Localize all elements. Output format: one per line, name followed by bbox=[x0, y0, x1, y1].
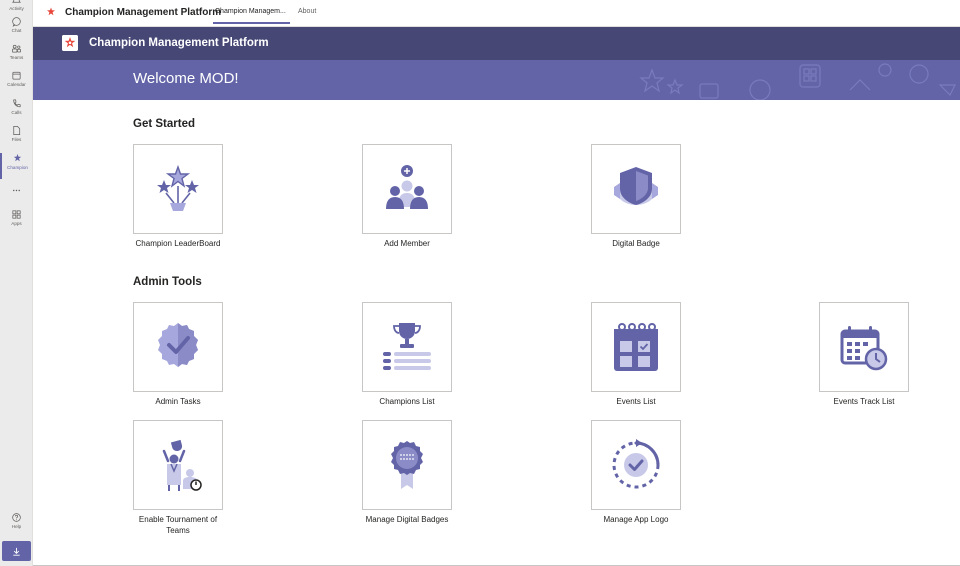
tile-label: Events List bbox=[616, 397, 656, 406]
manage-logo-icon bbox=[612, 439, 660, 489]
tile-label: Manage App Logo bbox=[603, 515, 669, 524]
tile-icon-box bbox=[362, 144, 452, 234]
platform-title: Champion Management Platform bbox=[89, 37, 269, 49]
stars-trophy-icon bbox=[157, 164, 199, 211]
banner-decoration-icon bbox=[639, 63, 956, 100]
active-tab-indicator bbox=[213, 22, 290, 24]
events-track-icon bbox=[840, 326, 888, 371]
app-title: Champion Management Platform bbox=[65, 7, 222, 18]
section-title-get-started: Get Started bbox=[133, 118, 195, 130]
tile-label: Manage Digital Badges bbox=[365, 515, 449, 524]
tile-icon-box bbox=[133, 420, 223, 510]
tile-champions-list[interactable]: Champions List bbox=[362, 302, 454, 407]
rail-item-teams[interactable]: Teams bbox=[0, 43, 33, 69]
rail-item-label: Calls bbox=[11, 110, 22, 115]
champion-icon bbox=[13, 153, 22, 162]
tile-label: Enable Tournament of Teams bbox=[138, 515, 218, 535]
rail-item-apps[interactable]: Apps bbox=[0, 209, 33, 235]
champions-list-icon bbox=[383, 323, 431, 370]
tile-add-member[interactable]: Add Member bbox=[362, 144, 454, 249]
section-title-admin-tools: Admin Tools bbox=[133, 276, 202, 288]
tournament-icon bbox=[162, 439, 202, 491]
rail-item-champion[interactable]: Champion bbox=[0, 153, 33, 179]
welcome-banner: Welcome MOD! bbox=[33, 60, 960, 100]
rail-item-label: Apps bbox=[11, 221, 22, 226]
app-rail: Activity Chat Teams Calendar Calls Files… bbox=[0, 0, 33, 566]
platform-header: Champion Management Platform bbox=[33, 27, 960, 60]
rail-item-files[interactable]: Files bbox=[0, 125, 33, 151]
tile-manage-app-logo[interactable]: Manage App Logo bbox=[591, 420, 683, 525]
tab-champion-management[interactable]: Champion Managem... bbox=[215, 8, 286, 15]
events-list-icon bbox=[614, 323, 658, 371]
tile-label: Champion LeaderBoard bbox=[135, 239, 221, 248]
admin-tasks-icon bbox=[158, 323, 198, 367]
file-icon bbox=[13, 126, 21, 135]
add-member-icon bbox=[386, 165, 428, 209]
rail-item-label: Calendar bbox=[7, 82, 26, 87]
phone-icon bbox=[13, 99, 21, 108]
rail-item-label: Files bbox=[11, 137, 22, 142]
tile-digital-badge[interactable]: Digital Badge bbox=[591, 144, 683, 249]
platform-logo-icon bbox=[62, 35, 78, 51]
chat-icon bbox=[12, 17, 21, 27]
tile-icon-box bbox=[133, 144, 223, 234]
app-top-bar: Champion Management Platform Champion Ma… bbox=[33, 0, 960, 27]
more-icon bbox=[13, 189, 20, 192]
rail-item-label: Help bbox=[11, 524, 22, 529]
rail-item-label: Champion bbox=[7, 165, 28, 170]
help-icon bbox=[12, 513, 21, 522]
tile-admin-tasks[interactable]: Admin Tasks bbox=[133, 302, 225, 407]
rail-item-calls[interactable]: Calls bbox=[0, 98, 33, 124]
rail-item-help[interactable]: Help bbox=[0, 512, 33, 538]
welcome-message: Welcome MOD! bbox=[133, 70, 239, 87]
tile-label: Champions List bbox=[379, 397, 435, 406]
tile-icon-box bbox=[133, 302, 223, 392]
app-logo-icon bbox=[45, 6, 57, 18]
download-button[interactable] bbox=[2, 541, 31, 561]
tile-label: Add Member bbox=[384, 239, 430, 248]
tile-manage-digital-badges[interactable]: Manage Digital Badges bbox=[362, 420, 454, 525]
apps-icon bbox=[12, 210, 21, 219]
tile-events-list[interactable]: Events List bbox=[591, 302, 683, 407]
tile-label: Events Track List bbox=[833, 397, 895, 406]
tile-icon-box bbox=[591, 144, 681, 234]
tile-label: Digital Badge bbox=[612, 239, 660, 248]
teams-icon bbox=[12, 44, 21, 53]
rail-item-more[interactable] bbox=[0, 185, 33, 211]
tile-events-track-list[interactable]: Events Track List bbox=[819, 302, 911, 407]
tile-icon-box bbox=[591, 420, 681, 510]
rail-item-label: Activity bbox=[9, 6, 24, 11]
digital-badge-icon bbox=[614, 167, 658, 205]
rail-item-calendar[interactable]: Calendar bbox=[0, 70, 33, 96]
rail-item-label: Chat bbox=[11, 28, 22, 33]
tile-icon-box bbox=[362, 420, 452, 510]
bell-icon bbox=[11, 0, 22, 3]
tab-about[interactable]: About bbox=[298, 8, 316, 15]
calendar-icon bbox=[12, 71, 21, 80]
rail-item-chat[interactable]: Chat bbox=[0, 16, 33, 42]
tile-label: Admin Tasks bbox=[155, 397, 201, 406]
manage-badges-icon bbox=[391, 441, 423, 489]
tile-enable-tournament[interactable]: Enable Tournament of Teams bbox=[133, 420, 225, 536]
tile-icon-box bbox=[819, 302, 909, 392]
tile-icon-box bbox=[591, 302, 681, 392]
download-icon bbox=[13, 547, 20, 556]
rail-item-label: Teams bbox=[9, 55, 24, 60]
tile-icon-box bbox=[362, 302, 452, 392]
tile-champion-leaderboard[interactable]: Champion LeaderBoard bbox=[133, 144, 225, 249]
